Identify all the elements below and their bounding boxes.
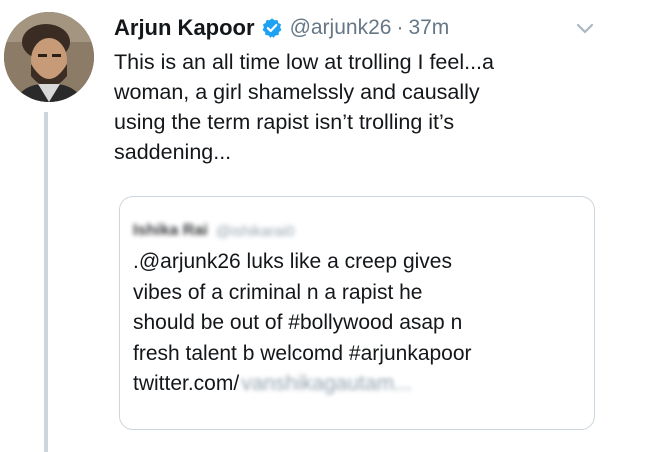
tweet-text: This is an all time low at trolling I fe… xyxy=(114,47,594,167)
quoted-text-line: vibes of a criminal n a rapist he xyxy=(133,280,423,304)
tweet-header: Arjun Kapoor @arjunk26 · 37m xyxy=(114,11,449,45)
quoted-handle: @ishikarai0 xyxy=(215,222,295,240)
tweet-text-line: This is an all time low at trolling I fe… xyxy=(114,50,494,74)
thread-connector-line xyxy=(44,112,48,452)
tweet-text-line: saddening... xyxy=(114,140,232,164)
tweet-card[interactable]: Arjun Kapoor @arjunk26 · 37m This is an … xyxy=(0,0,670,452)
quoted-text-line: .@arjunk26 luks like a creep gives xyxy=(133,250,452,273)
quoted-tweet-header: Ishika Rai @ishikarai0 xyxy=(133,219,294,243)
quoted-text-line: fresh talent b welcomd #arjunkapoor xyxy=(133,341,472,365)
verified-badge-icon xyxy=(261,17,283,39)
separator-dot: · xyxy=(396,16,404,39)
quoted-tweet-card[interactable]: Ishika Rai @ishikarai0 .@arjunk26 luks l… xyxy=(119,196,595,430)
display-name[interactable]: Arjun Kapoor xyxy=(114,15,255,41)
timestamp[interactable]: 37m xyxy=(408,16,449,40)
avatar-photo-icon xyxy=(4,12,94,102)
quoted-link-blurred[interactable]: vanshikagautam... xyxy=(241,369,411,400)
quoted-text-line: should be out of #bollywood asap n xyxy=(133,311,463,334)
handle[interactable]: @arjunk26 xyxy=(290,16,392,40)
avatar[interactable] xyxy=(4,12,94,102)
quoted-link-line: twitter.com/vanshikagautam... xyxy=(133,369,593,400)
tweet-text-line: using the term rapist isn’t trolling it’… xyxy=(114,110,455,134)
chevron-down-icon[interactable] xyxy=(575,22,595,36)
quoted-link-prefix[interactable]: twitter.com/ xyxy=(133,372,239,395)
quoted-display-name: Ishika Rai xyxy=(133,222,208,239)
tweet-text-line: woman, a girl shamelssly and causally xyxy=(114,80,480,104)
quoted-tweet-text: .@arjunk26 luks like a creep gives vibes… xyxy=(133,247,593,400)
